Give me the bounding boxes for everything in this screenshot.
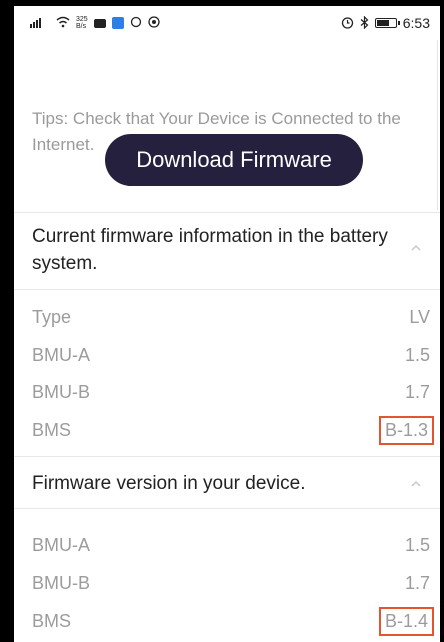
status-bar-left: 325 B/s: [30, 16, 160, 30]
status-bar: 325 B/s 6:53: [14, 6, 440, 40]
row-label: BMS: [32, 419, 72, 440]
divider: [14, 289, 440, 290]
network-speed-unit: B/s: [76, 23, 87, 30]
row-value: 1.7: [404, 381, 430, 402]
device-firmware-row-bmu-b: BMU-B 1.7: [32, 568, 430, 598]
device-firmware-row-bmu-a: BMU-A 1.5: [32, 530, 430, 560]
row-label: BMU-A: [32, 534, 90, 555]
signal-icon: [30, 16, 50, 30]
divider: [14, 456, 440, 457]
row-label: Type: [32, 306, 72, 327]
row-value: 1.5: [404, 534, 430, 555]
row-label: BMU-A: [32, 344, 90, 365]
current-firmware-row-bmu-b: BMU-B 1.7: [32, 377, 430, 407]
row-value: 1.5: [404, 344, 430, 365]
message-icon: [130, 16, 142, 30]
highlighted-value: B-1.4: [378, 606, 434, 636]
status-time: 6:53: [402, 15, 430, 31]
divider: [14, 212, 440, 213]
camera-notification-icon: [93, 18, 106, 28]
highlighted-value: B-1.3: [378, 415, 434, 445]
device-firmware-row-bms: BMS B-1.4: [32, 606, 434, 636]
phone-screen: 325 B/s 6:53 Tips: Check that Your Devic…: [0, 0, 444, 642]
app-notification-icon: [111, 17, 124, 29]
chevron-up-icon[interactable]: [410, 241, 422, 253]
bluetooth-icon: [360, 15, 369, 31]
divider: [14, 508, 440, 509]
wifi-icon: [56, 16, 70, 30]
alarm-icon: [341, 16, 354, 31]
row-label: BMS: [32, 610, 72, 631]
row-label: BMU-B: [32, 572, 90, 593]
network-speed-value: 325: [76, 16, 88, 23]
current-firmware-row-bmu-a: BMU-A 1.5: [32, 340, 430, 370]
row-value: 1.7: [404, 572, 430, 593]
current-firmware-row-type: Type LV: [32, 302, 430, 332]
chevron-up-icon[interactable]: [410, 477, 422, 489]
location-icon: [148, 16, 160, 30]
row-value: LV: [409, 306, 430, 327]
status-bar-right: 6:53: [341, 15, 430, 31]
row-label: BMU-B: [32, 381, 90, 402]
network-speed: 325 B/s: [76, 16, 88, 30]
current-firmware-header[interactable]: Current firmware information in the batt…: [32, 223, 432, 277]
download-firmware-button[interactable]: Download Firmware: [105, 134, 363, 186]
battery-icon: [374, 18, 400, 28]
firmware-page: Tips: Check that Your Device is Connecte…: [14, 40, 440, 642]
current-firmware-row-bms: BMS B-1.3: [32, 415, 434, 445]
device-firmware-header[interactable]: Firmware version in your device.: [32, 470, 432, 497]
